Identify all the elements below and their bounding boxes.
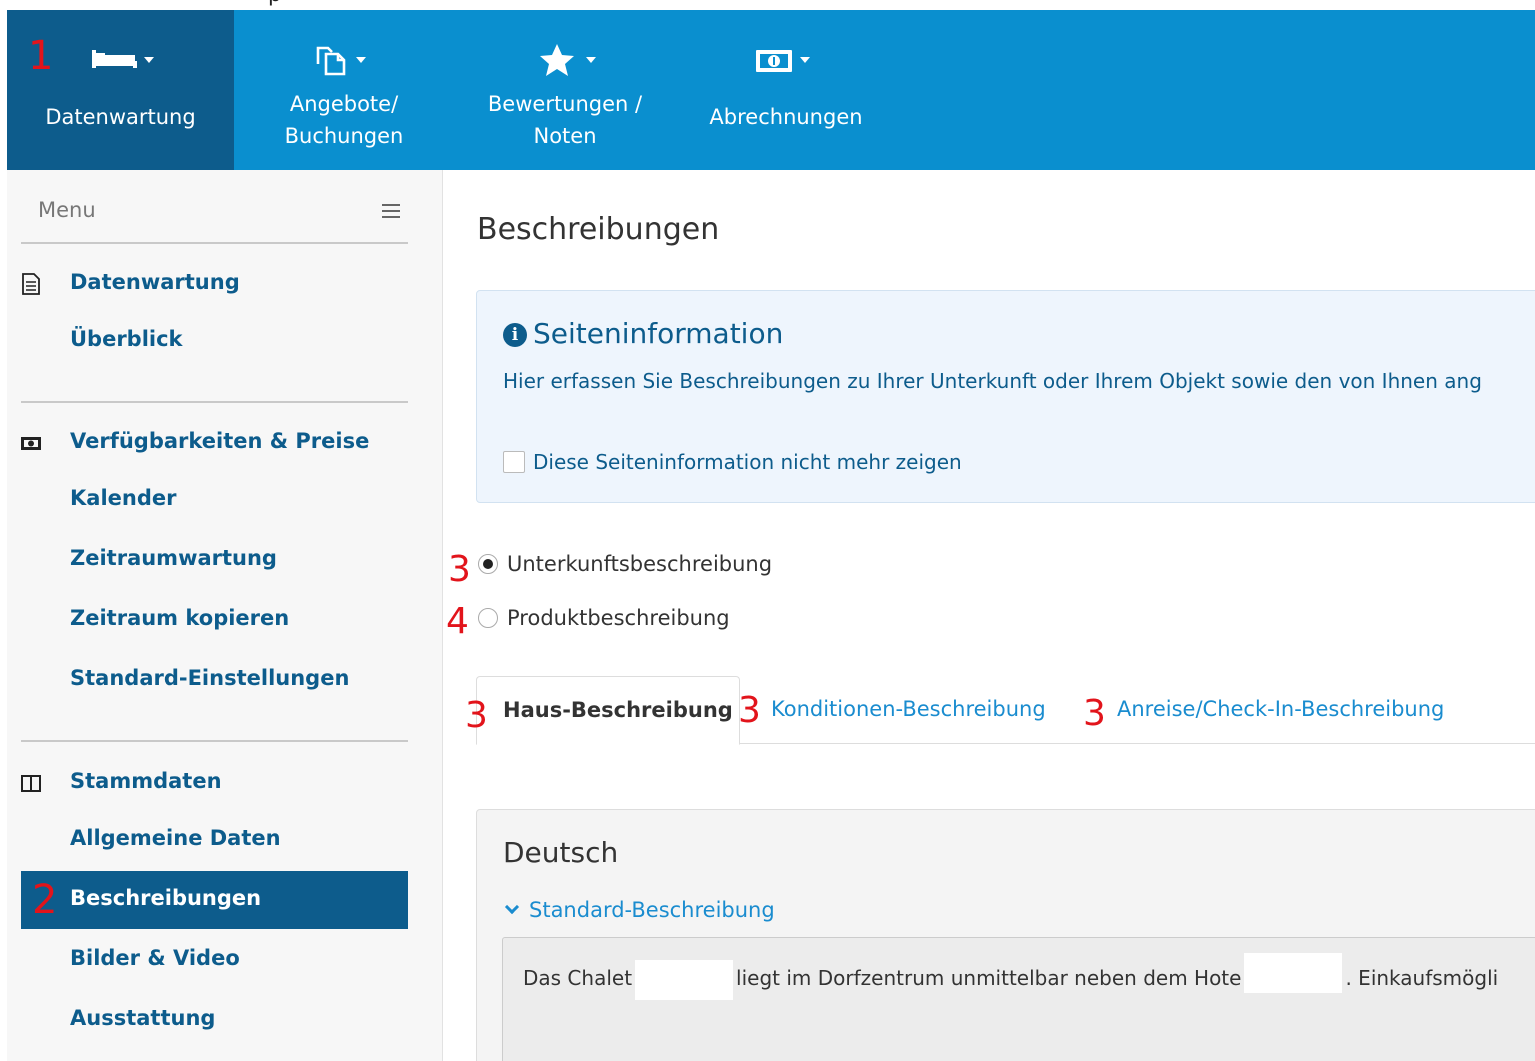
annotation-marker-4-radio: 4 xyxy=(446,601,469,642)
description-textarea[interactable]: Das Chalet liegt im Dorfzentrum unmittelb… xyxy=(502,937,1535,1061)
hamburger-menu-icon[interactable] xyxy=(382,204,400,218)
chevron-down-icon xyxy=(504,899,520,915)
sidebar-item-zeitraum-kopieren[interactable]: Zeitraum kopieren xyxy=(21,591,408,649)
page-info-box: i Seiteninformation Hier erfassen Sie Bes… xyxy=(476,290,1535,503)
sidebar-item-ueberblick[interactable]: Überblick xyxy=(21,312,408,370)
nav-tab-datenwartung[interactable]: Datenwartung xyxy=(7,10,234,170)
nav-tab-label: Datenwartung xyxy=(45,105,196,129)
info-icon: i xyxy=(503,323,527,347)
radio-unterkunftsbeschreibung[interactable]: Unterkunftsbeschreibung xyxy=(478,552,798,578)
radio-button[interactable] xyxy=(478,554,498,574)
annotation-marker-3-tab2: 3 xyxy=(738,690,761,731)
info-text: Hier erfassen Sie Beschreibungen zu Ihre… xyxy=(503,369,1482,393)
tab-anreise-checkin-beschreibung[interactable]: Anreise/Check-In-Beschreibung xyxy=(1117,697,1444,721)
hide-info-checkbox[interactable] xyxy=(503,451,525,473)
sidebar-item-beschreibungen[interactable]: Beschreibungen xyxy=(21,871,408,929)
redacted-block xyxy=(635,959,734,1000)
page-title: Beschreibungen xyxy=(477,212,720,247)
standard-beschreibung-toggle[interactable]: Standard-Beschreibung xyxy=(504,898,775,922)
nav-tab-bewertungen-noten[interactable]: Bewertungen / Noten xyxy=(454,10,676,170)
nav-tab-label: Abrechnungen xyxy=(709,105,863,129)
description-text: Das Chalet liegt im Dorfzentrum unmittelb… xyxy=(523,953,1498,1000)
nav-tab-label: Bewertungen / Noten xyxy=(487,92,643,148)
top-navigation: Datenwartung Angebote/ Buchungen Bewertu… xyxy=(7,10,1535,170)
tab-konditionen-beschreibung[interactable]: Konditionen-Beschreibung xyxy=(771,697,1046,721)
top-partial-text: p xyxy=(0,0,320,8)
radio-button[interactable] xyxy=(478,608,498,628)
sidebar-item-ausstattung[interactable]: Ausstattung xyxy=(21,991,408,1049)
sidebar-item-zeitraumwartung[interactable]: Zeitraumwartung xyxy=(21,531,408,589)
sidebar: Menu Datenwartung Überblick Verfügbarkei… xyxy=(7,170,443,1061)
nav-tab-abrechnungen[interactable]: Abrechnungen xyxy=(676,10,896,170)
tab-haus-beschreibung[interactable]: Haus-Beschreibung xyxy=(476,676,740,745)
hide-info-checkbox-label[interactable]: Diese Seiteninformation nicht mehr zeige… xyxy=(533,450,962,474)
nav-tab-angebote-buchungen[interactable]: Angebote/ Buchungen xyxy=(234,10,454,170)
sidebar-divider xyxy=(21,401,408,403)
nav-tab-label: Angebote/ Buchungen xyxy=(284,92,404,148)
redacted-block xyxy=(1244,953,1343,993)
language-title: Deutsch xyxy=(503,836,619,869)
copy-icon xyxy=(234,44,454,76)
info-title: i Seiteninformation xyxy=(503,317,783,350)
sidebar-item-bilder-video[interactable]: Bilder & Video xyxy=(21,931,408,989)
columns-icon xyxy=(21,775,41,792)
annotation-marker-3-tab3: 3 xyxy=(1083,693,1106,734)
sidebar-menu-header: Menu xyxy=(21,188,408,244)
sidebar-divider xyxy=(21,740,408,742)
bed-icon xyxy=(7,44,234,76)
sidebar-item-standard-einstellungen[interactable]: Standard-Einstellungen xyxy=(21,651,408,709)
money-icon xyxy=(676,44,896,76)
menu-label: Menu xyxy=(38,198,96,222)
sidebar-item-allgemeine-daten[interactable]: Allgemeine Daten xyxy=(21,811,408,869)
radio-produktbeschreibung[interactable]: Produktbeschreibung xyxy=(478,606,758,632)
money-icon xyxy=(21,437,41,450)
star-icon xyxy=(454,44,676,76)
sidebar-item-kalender[interactable]: Kalender xyxy=(21,471,408,529)
annotation-marker-3-radio: 3 xyxy=(448,549,471,590)
document-icon xyxy=(22,273,40,295)
